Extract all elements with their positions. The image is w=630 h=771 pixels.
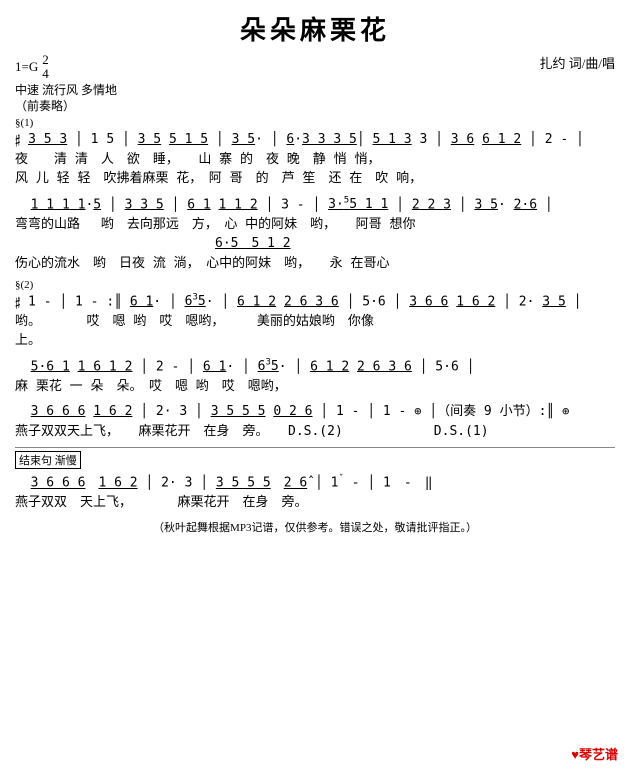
key: 1=G bbox=[15, 58, 38, 76]
footer-note: （秋叶起舞根据MP3记谱，仅供参考。错误之处，敬请批评指正。） bbox=[15, 519, 615, 535]
composer: 扎约 词/曲/唱 bbox=[540, 53, 615, 72]
music-segment-3: 𝄰 1 - │ 1 - :║ 6 1· │ 635· │ 6 1 2 2 6 3… bbox=[15, 292, 615, 351]
lyrics-row-1b: 风 儿 轻 轻 吹拂着麻栗 花， 阿 哥 的 芦 笙 还 在 吹 响， bbox=[15, 169, 615, 189]
key-time: 1=G 2 4 中速 流行风 多情地 （前奏略） bbox=[15, 53, 117, 115]
lyrics-row-ending: 燕子双双 天上飞， 麻栗花开 在身 旁。 bbox=[15, 493, 615, 513]
notation-row-3: 𝄰 1 - │ 1 - :║ 6 1· │ 635· │ 6 1 2 2 6 3… bbox=[15, 292, 615, 312]
notation-row-4: 5·6 1 1 6 1 2 │ 2 - │ 6 1· │ 635· │ 6 1 … bbox=[15, 357, 615, 377]
lyrics-row-3b: 上。 bbox=[15, 331, 615, 351]
music-segment-5: 3 6 6 6 1 6 2 │ 2· 3 │ 3 5 5 5 0 2 6 │ 1… bbox=[15, 402, 615, 441]
section2-label: §(2) bbox=[15, 279, 33, 291]
section-divider bbox=[15, 447, 615, 448]
lyrics-row-5: 燕子双双天上飞， 麻栗花开 在身 旁。 D.S.(2) D.S.(1) bbox=[15, 422, 615, 442]
lyrics-row-4: 麻 栗花 一 朵 朵。 哎 嗯 哟 哎 嗯哟， bbox=[15, 377, 615, 397]
tempo: 中速 流行风 多情地 bbox=[15, 82, 117, 99]
lyrics-row-3: 哟。 哎 嗯 哟 哎 嗯哟， 美丽的姑娘哟 你像 bbox=[15, 312, 615, 332]
music-segment-1: 𝄰 3 5 3 │ 1 5 │ 3 5 5 1 5 │ 3 5· │ 6·3 3… bbox=[15, 130, 615, 189]
music-segment-ending: 3 6 6 6 1 6 2 │ 2· 3 │ 3 5 5 5 2 6̂ │ 1ˇ… bbox=[15, 473, 615, 512]
section1-label: §(1) bbox=[15, 117, 33, 129]
watermark: ♥琴艺谱 bbox=[571, 744, 618, 763]
music-segment-2: 1 1 1 1·5 │ 3 3 5 │ 6 1 1 1 2 │ 3 - │ 3·… bbox=[15, 195, 615, 273]
lyrics-row-1: 夜 清 清 人 欲 睡， 山 寨 的 夜 晚 静 悄 悄， bbox=[15, 150, 615, 170]
time-signature: 2 4 bbox=[42, 53, 49, 82]
music-segment-4: 5·6 1 1 6 1 2 │ 2 - │ 6 1· │ 635· │ 6 1 … bbox=[15, 357, 615, 396]
notation-row-2: 1 1 1 1·5 │ 3 3 5 │ 6 1 1 1 2 │ 3 - │ 3·… bbox=[15, 195, 615, 215]
ending-label: 结束句 渐慢 bbox=[15, 451, 81, 469]
title: 朵朵麻栗花 bbox=[15, 10, 615, 47]
lyrics-row-2b: 伤心的流水 哟 日夜 流 淌， 心中的阿妹 哟， 永 在哥心 bbox=[15, 254, 615, 274]
prelude: （前奏略） bbox=[15, 98, 117, 115]
notation-row-ending: 3 6 6 6 1 6 2 │ 2· 3 │ 3 5 5 5 2 6̂ │ 1ˇ… bbox=[15, 473, 615, 493]
notation-row-5: 3 6 6 6 1 6 2 │ 2· 3 │ 3 5 5 5 0 2 6 │ 1… bbox=[15, 402, 615, 422]
notation-row-1: 𝄰 3 5 3 │ 1 5 │ 3 5 5 1 5 │ 3 5· │ 6·3 3… bbox=[15, 130, 615, 150]
notation-row-2b: 6·5 5 1 2 bbox=[15, 234, 615, 254]
lyrics-row-2: 弯弯的山路 哟 去向那远 方， 心 中的阿妹 哟， 阿哥 想你 bbox=[15, 215, 615, 235]
